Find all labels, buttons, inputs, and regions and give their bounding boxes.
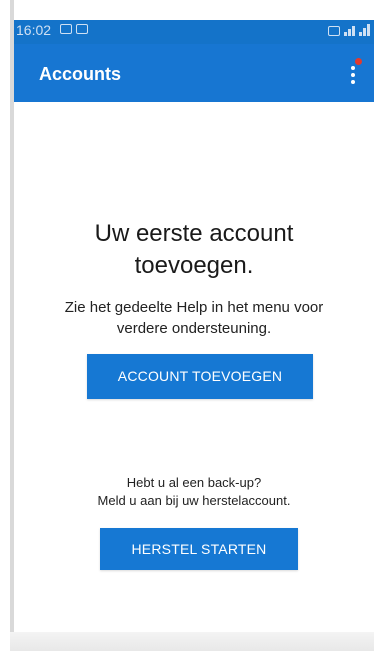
status-time: 16:02: [16, 22, 52, 38]
backup-instruction: Meld u aan bij uw herstelaccount.: [97, 493, 291, 508]
backup-text: Hebt u al een back-up? Meld u aan bij uw…: [14, 474, 374, 510]
empty-state-heading: Uw eerste account toevoegen.: [14, 218, 374, 282]
heading-line-1: Uw eerste account: [94, 220, 294, 247]
status-notification-icons: [60, 24, 88, 34]
alarm-icon: [328, 26, 340, 36]
backup-question: Hebt u al een back-up?: [126, 475, 262, 490]
status-bar: 16:02: [14, 20, 374, 44]
help-line-1: Zie het gedeelte Help in het menu voor: [64, 299, 324, 316]
more-options-button[interactable]: [346, 58, 362, 86]
message-icon: [60, 24, 72, 34]
wifi-icon: [344, 24, 355, 36]
signal-icon: [359, 24, 370, 36]
status-system-icons: [328, 24, 370, 36]
add-account-button[interactable]: ACCOUNT TOEVOEGEN: [87, 354, 313, 399]
bottom-edge: [10, 632, 374, 651]
start-restore-button[interactable]: HERSTEL STARTEN: [100, 528, 298, 570]
app-title: Accounts: [39, 64, 122, 84]
heading-line-2: toevoegen.: [134, 252, 254, 279]
help-text: Zie het gedeelte Help in het menu voor v…: [14, 297, 374, 339]
notification-dot-icon: [355, 58, 362, 65]
image-icon: [76, 24, 88, 34]
app-bar: Accounts: [14, 44, 374, 102]
help-line-2: verdere ondersteuning.: [116, 320, 272, 337]
app-screen: 16:02 Accounts Uw eerste account toevoeg…: [0, 0, 374, 651]
